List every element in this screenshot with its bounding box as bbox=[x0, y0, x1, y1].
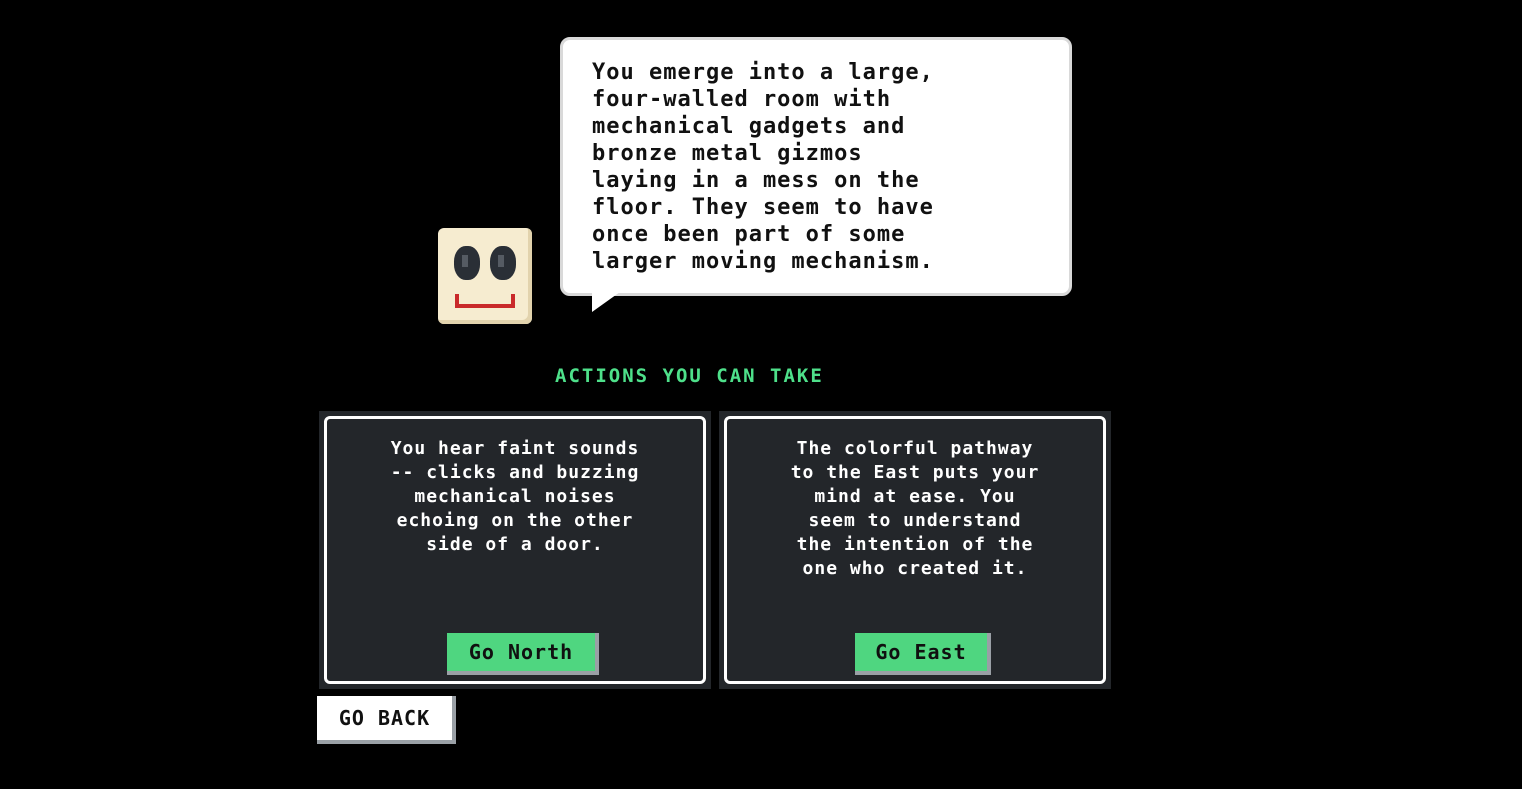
actions-heading: ACTIONS YOU CAN TAKE bbox=[555, 365, 824, 387]
speech-bubble-tail bbox=[592, 292, 620, 312]
action-description-east: The colorful pathway to the East puts yo… bbox=[790, 438, 1040, 579]
narrator-avatar bbox=[438, 228, 532, 324]
go-north-button[interactable]: Go North bbox=[447, 633, 599, 675]
action-card-east: The colorful pathway to the East puts yo… bbox=[719, 411, 1111, 689]
go-east-button[interactable]: Go East bbox=[855, 633, 991, 675]
avatar-smile bbox=[455, 294, 515, 308]
action-card-frame: You hear faint sounds -- clicks and buzz… bbox=[324, 416, 706, 684]
narration-text: You emerge into a large, four-walled roo… bbox=[592, 60, 934, 274]
game-screen: You emerge into a large, four-walled roo… bbox=[0, 0, 1522, 789]
go-back-button[interactable]: GO BACK bbox=[317, 696, 456, 744]
action-card-north: You hear faint sounds -- clicks and buzz… bbox=[319, 411, 711, 689]
avatar-right-eye bbox=[490, 246, 516, 280]
action-description-north: You hear faint sounds -- clicks and buzz… bbox=[390, 438, 640, 555]
action-card-frame: The colorful pathway to the East puts yo… bbox=[724, 416, 1106, 684]
speech-bubble: You emerge into a large, four-walled roo… bbox=[560, 37, 1072, 296]
avatar-left-eye bbox=[454, 246, 480, 280]
